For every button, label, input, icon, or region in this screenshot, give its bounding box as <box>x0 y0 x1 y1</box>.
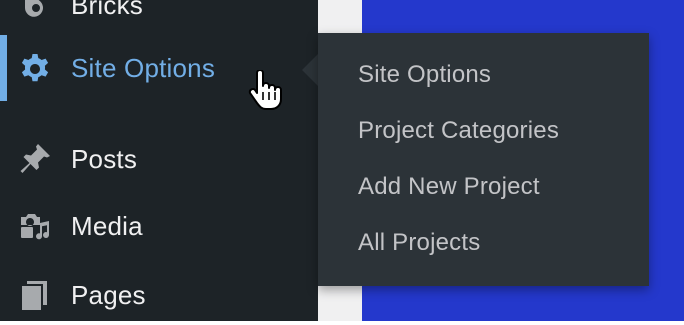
sidebar-item-media[interactable]: Media <box>0 196 318 256</box>
sidebar-item-bricks[interactable]: Bricks <box>0 0 318 35</box>
flyout-pointer <box>302 54 318 86</box>
submenu-item-all-projects[interactable]: All Projects <box>358 229 480 257</box>
sidebar-item-label: Pages <box>71 279 146 310</box>
sidebar-item-posts[interactable]: Posts <box>0 129 318 189</box>
media-icon <box>18 209 52 243</box>
admin-sidebar: Bricks Site Options Posts Media Pages <box>0 0 318 321</box>
sidebar-item-pages[interactable]: Pages <box>0 265 318 325</box>
sidebar-item-label: Posts <box>71 143 138 174</box>
sidebar-item-label: Bricks <box>71 0 143 20</box>
site-options-submenu: Site Options Project Categories Add New … <box>318 33 649 286</box>
pin-icon <box>18 142 52 176</box>
hand-pointer-icon <box>248 69 282 110</box>
submenu-item-project-categories[interactable]: Project Categories <box>358 117 559 145</box>
sidebar-item-label: Media <box>71 210 143 241</box>
submenu-item-site-options[interactable]: Site Options <box>358 61 491 89</box>
screen: Bricks Site Options Posts Media Pages Si… <box>0 0 684 321</box>
gear-icon <box>18 51 52 85</box>
sidebar-item-label: Site Options <box>71 52 216 83</box>
bricks-icon <box>18 0 52 22</box>
pages-icon <box>18 278 52 312</box>
submenu-item-add-new-project[interactable]: Add New Project <box>358 173 540 201</box>
